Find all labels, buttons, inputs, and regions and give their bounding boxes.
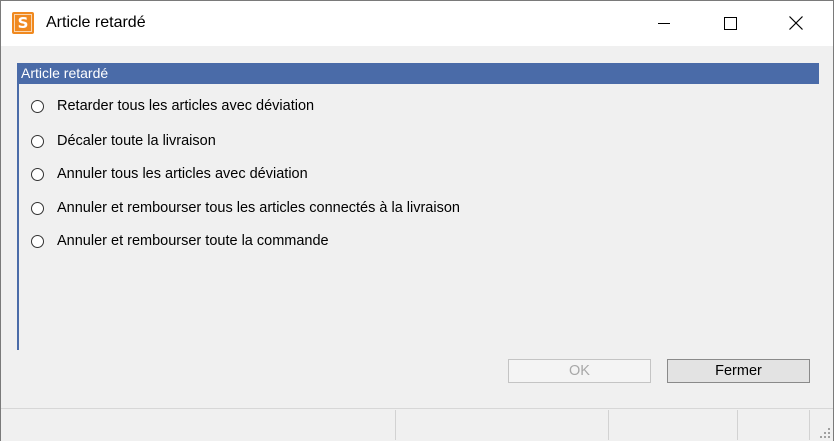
status-separator bbox=[395, 410, 396, 440]
option-label: Décaler toute la livraison bbox=[57, 133, 216, 149]
close-button[interactable]: Fermer bbox=[667, 359, 810, 383]
option-cancel-refund-order[interactable]: Annuler et rembourser toute la commande bbox=[31, 231, 329, 251]
option-label: Retarder tous les articles avec déviatio… bbox=[57, 98, 315, 114]
status-separator bbox=[737, 410, 738, 440]
window-title: Article retardé bbox=[46, 14, 146, 31]
radio-button[interactable] bbox=[31, 234, 44, 248]
app-logo-icon: S bbox=[12, 12, 34, 34]
close-window-button[interactable] bbox=[773, 1, 819, 46]
group-border bbox=[17, 84, 19, 350]
option-label: Annuler et rembourser toute la commande bbox=[57, 233, 329, 249]
delayed-article-group: Article retardé Retarder tous les articl… bbox=[17, 63, 819, 350]
status-separator bbox=[608, 410, 609, 440]
option-cancel-deviating-articles[interactable]: Annuler tous les articles avec déviation bbox=[31, 164, 308, 184]
status-separator bbox=[809, 410, 810, 440]
group-header: Article retardé bbox=[17, 63, 819, 84]
maximize-button[interactable] bbox=[707, 1, 753, 46]
ok-button[interactable]: OK bbox=[508, 359, 651, 383]
status-bar bbox=[1, 408, 833, 441]
dialog-window: S Article retardé Article retardé Retard… bbox=[0, 0, 834, 441]
radio-button[interactable] bbox=[31, 134, 44, 148]
radio-button[interactable] bbox=[31, 99, 44, 113]
option-label: Annuler et rembourser tous les articles … bbox=[57, 200, 460, 216]
option-cancel-refund-delivery-articles[interactable]: Annuler et rembourser tous les articles … bbox=[31, 198, 460, 218]
option-delay-deviating-articles[interactable]: Retarder tous les articles avec déviatio… bbox=[31, 96, 314, 116]
option-label: Annuler tous les articles avec déviation bbox=[57, 166, 308, 182]
resize-grip-icon[interactable] bbox=[820, 428, 830, 438]
close-icon bbox=[789, 16, 803, 30]
minimize-button[interactable] bbox=[641, 1, 687, 46]
radio-button[interactable] bbox=[31, 201, 44, 215]
option-shift-whole-delivery[interactable]: Décaler toute la livraison bbox=[31, 131, 216, 151]
radio-button[interactable] bbox=[31, 167, 44, 181]
title-bar[interactable]: S Article retardé bbox=[1, 1, 833, 46]
